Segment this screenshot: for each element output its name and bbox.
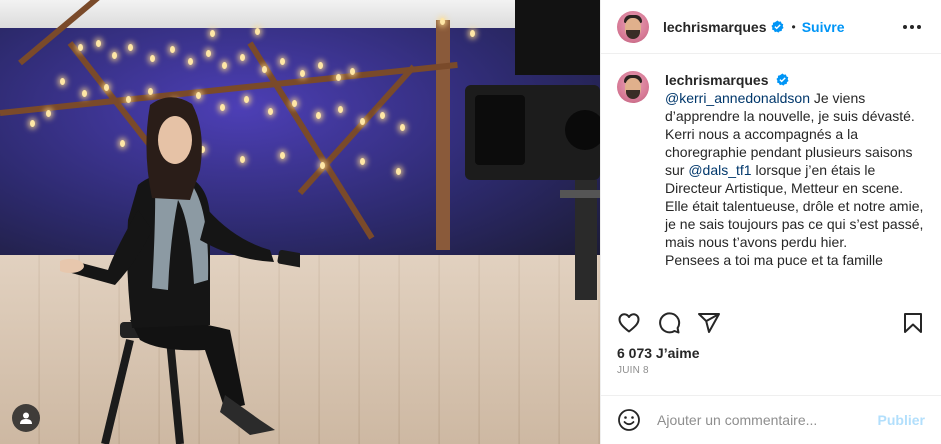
light-bulb xyxy=(350,68,355,75)
bookmark-icon[interactable] xyxy=(901,311,925,335)
light-bulb xyxy=(380,112,385,119)
light-bulb xyxy=(206,50,211,57)
light-bulb xyxy=(128,44,133,51)
light-bulb xyxy=(300,70,305,77)
light-bulb xyxy=(336,74,341,81)
instagram-post-modal: lechrismarques • Suivre lechrismarques @… xyxy=(0,0,941,444)
more-options-icon[interactable] xyxy=(899,21,925,33)
post-date[interactable]: JUIN 8 xyxy=(617,365,649,376)
light-bulb xyxy=(188,58,193,65)
comment-bar: Publier xyxy=(601,395,941,444)
caption-author-avatar[interactable] xyxy=(617,71,649,103)
photo-tv-camera xyxy=(465,0,600,300)
header-separator: • xyxy=(791,19,796,34)
light-bulb xyxy=(360,118,365,125)
follow-button[interactable]: Suivre xyxy=(802,19,845,35)
light-bulb xyxy=(360,158,365,165)
emoji-icon[interactable] xyxy=(617,408,641,432)
comment-input[interactable] xyxy=(657,412,870,428)
light-bulb xyxy=(262,66,267,73)
user-tag-icon xyxy=(20,412,32,424)
caption-mention-kerri[interactable]: @kerri_annedonaldson xyxy=(665,90,810,106)
light-bulb xyxy=(400,124,405,131)
author-username[interactable]: lechrismarques xyxy=(663,19,767,35)
post-side-panel: lechrismarques • Suivre lechrismarques @… xyxy=(600,0,941,444)
light-bulb xyxy=(222,62,227,69)
light-bulb xyxy=(240,54,245,61)
caption-author-username[interactable]: lechrismarques xyxy=(665,72,769,88)
light-bulb xyxy=(112,52,117,59)
post-actions-bar xyxy=(617,309,925,337)
light-bulb xyxy=(96,40,101,47)
post-header: lechrismarques • Suivre xyxy=(601,0,941,54)
author-avatar[interactable] xyxy=(617,10,649,43)
likes-count[interactable]: 6 073 J’aime xyxy=(617,345,700,361)
light-bulb xyxy=(320,162,325,169)
light-bulb xyxy=(318,62,323,69)
light-bulb xyxy=(170,46,175,53)
light-bulb xyxy=(150,55,155,62)
post-photo xyxy=(0,0,600,444)
verified-badge-icon xyxy=(776,73,789,86)
user-tag-button[interactable] xyxy=(12,404,40,432)
caption-text: @kerri_annedonaldson Je viens d’apprendr… xyxy=(665,89,926,269)
light-bulb xyxy=(46,110,51,117)
photo-person-seated xyxy=(60,97,300,444)
post-caption: lechrismarques @kerri_annedonaldson Je v… xyxy=(617,71,926,299)
verified-badge-icon xyxy=(770,20,784,33)
publish-button[interactable]: Publier xyxy=(878,412,925,428)
light-bulb xyxy=(316,112,321,119)
heart-icon[interactable] xyxy=(617,311,641,335)
light-bulb xyxy=(210,30,215,37)
light-bulb xyxy=(280,58,285,65)
light-bulb xyxy=(30,120,35,127)
light-bulb xyxy=(255,28,260,35)
light-bulb xyxy=(338,106,343,113)
caption-mention-dals[interactable]: @dals_tf1 xyxy=(688,162,751,178)
comment-icon[interactable] xyxy=(657,311,681,335)
light-bulb xyxy=(396,168,401,175)
caption-body: lechrismarques @kerri_annedonaldson Je v… xyxy=(665,71,926,299)
light-bulb xyxy=(60,78,65,85)
light-bulb xyxy=(440,18,445,25)
share-icon[interactable] xyxy=(697,311,721,335)
light-bulb xyxy=(78,44,83,51)
